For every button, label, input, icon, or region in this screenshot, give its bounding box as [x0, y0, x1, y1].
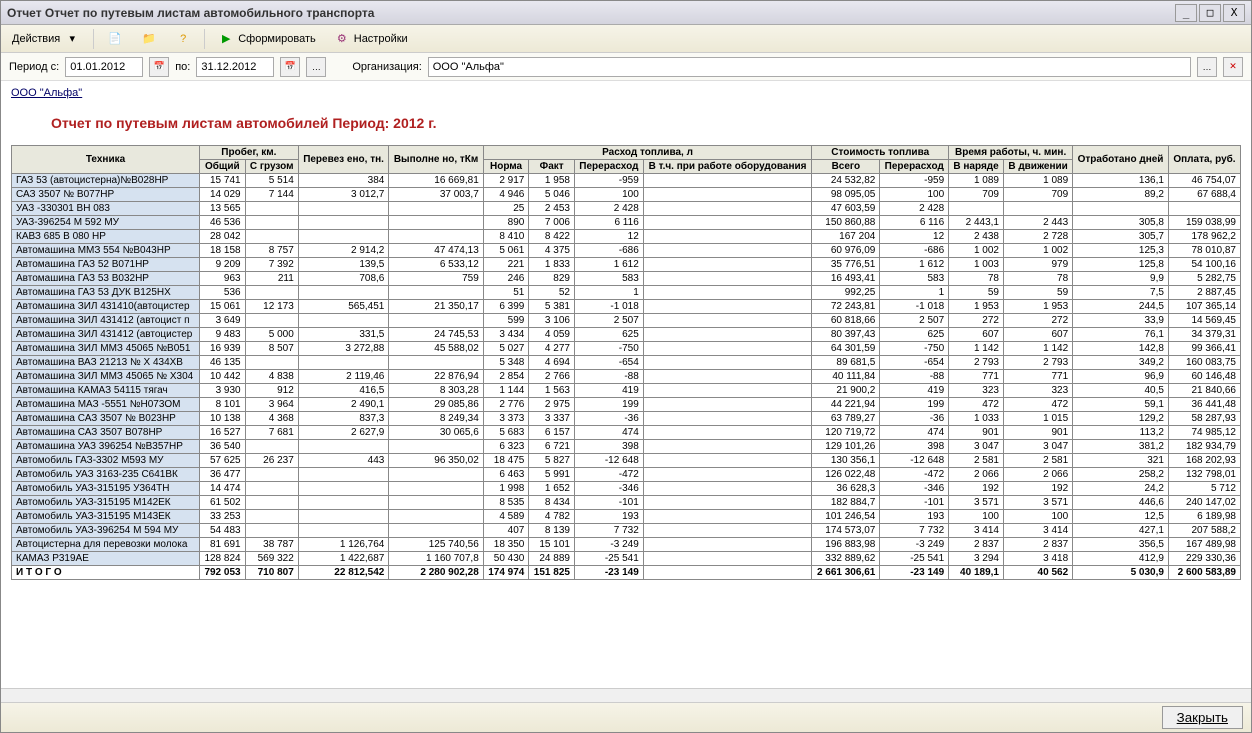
col-transported: Перевез ено, тн. — [298, 146, 389, 174]
table-row[interactable]: Автомашина УАЗ 396254 №В357НР36 5406 323… — [12, 440, 1241, 454]
org-select-button[interactable]: … — [1197, 57, 1217, 77]
titlebar: Отчет Отчет по путевым листам автомобиль… — [1, 1, 1251, 25]
table-row[interactable]: Автомобиль УАЗ-396254 М 594 МУ54 4834078… — [12, 524, 1241, 538]
org-input[interactable] — [428, 57, 1191, 77]
period-bar: Период с: 📅 по: 📅 … Организация: … ✕ — [1, 53, 1251, 81]
period-from-label: Период с: — [9, 61, 59, 73]
table-row[interactable]: Автомашина ЗИЛ 431412 (автоцистер9 4835 … — [12, 328, 1241, 342]
table-row[interactable]: Автомашина ГАЗ 53 ДУК В125НХ53651521992,… — [12, 286, 1241, 300]
col-tech: Техника — [12, 146, 200, 174]
window-title: Отчет Отчет по путевым листам автомобиль… — [7, 6, 1175, 20]
report-table: Техника Пробег, км. Перевез ено, тн. Вып… — [11, 145, 1241, 580]
help-icon: ? — [175, 31, 191, 47]
table-row[interactable]: САЗ 3507 № В077НР14 0297 1443 012,737 00… — [12, 188, 1241, 202]
date-to-input[interactable] — [196, 57, 274, 77]
form-button[interactable]: ▶Сформировать — [211, 28, 323, 50]
table-row[interactable]: Автомобиль УАЗ-315195 У364ТН14 4741 9981… — [12, 482, 1241, 496]
document-icon: 📄 — [107, 31, 123, 47]
col-worktime: Время работы, ч. мин. — [949, 146, 1073, 160]
calendar-icon: 📅 — [285, 61, 296, 72]
play-icon: ▶ — [218, 31, 234, 47]
table-row[interactable]: Автомашина МАЗ -5551 №Н073ОМ8 1013 9642 … — [12, 398, 1241, 412]
table-row[interactable]: Автомашина КАМАЗ 54115 тягач3 930912416,… — [12, 384, 1241, 398]
gear-icon: ⚙ — [334, 31, 350, 47]
table-row[interactable]: Автомашина ММЗ 554 №В043НР18 1588 7572 9… — [12, 244, 1241, 258]
date-from-input[interactable] — [65, 57, 143, 77]
total-row: И Т О Г О792 053710 80722 812,5422 280 9… — [12, 566, 1241, 580]
new-button[interactable]: 📄 — [100, 28, 130, 50]
settings-button[interactable]: ⚙Настройки — [327, 28, 415, 50]
open-button[interactable]: 📁 — [134, 28, 164, 50]
table-row[interactable]: Автомашина ЗИЛ ММЗ 45065 №В05116 9398 50… — [12, 342, 1241, 356]
table-row[interactable]: УАЗ-396254 М 592 МУ46 5368907 0066 11615… — [12, 216, 1241, 230]
chevron-down-icon: ▾ — [64, 31, 80, 47]
table-row[interactable]: Автомобиль УАЗ-315195 М143ЕК33 2534 5894… — [12, 510, 1241, 524]
horizontal-scrollbar[interactable] — [1, 688, 1251, 702]
col-mileage: Пробег, км. — [200, 146, 299, 160]
minimize-button[interactable]: _ — [1175, 4, 1197, 22]
table-row[interactable]: Автомашина ГАЗ 53 В032НР963211708,675924… — [12, 272, 1241, 286]
actions-dropdown[interactable]: Действия▾ — [5, 28, 87, 50]
table-row[interactable]: Автомашина ГАЗ 52 В071НР9 2097 392139,56… — [12, 258, 1241, 272]
table-row[interactable]: ГАЗ 53 (автоцистерна)№В028НР15 7415 5143… — [12, 174, 1241, 188]
col-fuel: Расход топлива, л — [483, 146, 812, 160]
org-clear-button[interactable]: ✕ — [1223, 57, 1243, 77]
table-row[interactable]: КАВЗ 685 В 080 НР28 0428 4108 42212167 2… — [12, 230, 1241, 244]
table-row[interactable]: Автомобиль УАЗ-315195 М142ЕК61 5028 5358… — [12, 496, 1241, 510]
table-row[interactable]: Автомашина САЗ 3507 № В023НР10 1384 3688… — [12, 412, 1241, 426]
table-row[interactable]: Автомобиль ГАЗ-3302 М593 МУ57 62526 2374… — [12, 454, 1241, 468]
period-to-label: по: — [175, 61, 190, 73]
maximize-button[interactable]: □ — [1199, 4, 1221, 22]
close-window-button[interactable]: X — [1223, 4, 1245, 22]
table-row[interactable]: Автомашина ВАЗ 21213 № Х 434ХВ46 1355 34… — [12, 356, 1241, 370]
table-row[interactable]: Автоцистерна для перевозки молока81 6913… — [12, 538, 1241, 552]
calendar-icon: 📅 — [154, 61, 165, 72]
table-row[interactable]: Автомашина САЗ 3507 В078НР16 5277 6812 6… — [12, 426, 1241, 440]
col-cost: Стоимость топлива — [812, 146, 949, 160]
table-row[interactable]: УАЗ -330301 ВН 08313 565252 4532 42847 6… — [12, 202, 1241, 216]
calendar-to-button[interactable]: 📅 — [280, 57, 300, 77]
help-button[interactable]: ? — [168, 28, 198, 50]
table-row[interactable]: Автомашина ЗИЛ 431412 (автоцист п3 64959… — [12, 314, 1241, 328]
toolbar: Действия▾ 📄 📁 ? ▶Сформировать ⚙Настройки — [1, 25, 1251, 53]
col-payment: Оплата, руб. — [1168, 146, 1240, 174]
table-row[interactable]: КАМАЗ Р319АЕ128 824569 3221 422,6871 160… — [12, 552, 1241, 566]
company-link[interactable]: ООО "Альфа" — [11, 87, 82, 99]
col-done: Выполне но, тКм — [389, 146, 483, 174]
folder-icon: 📁 — [141, 31, 157, 47]
table-row[interactable]: Автомобиль УАЗ 3163-235 С641ВК36 4776 46… — [12, 468, 1241, 482]
close-button[interactable]: Закрыть — [1162, 706, 1243, 729]
table-row[interactable]: Автомашина ЗИЛ ММЗ 45065 № Х30410 4424 8… — [12, 370, 1241, 384]
table-row[interactable]: Автомашина ЗИЛ 431410(автоцистер15 06112… — [12, 300, 1241, 314]
report-area: ООО "Альфа" Отчет по путевым листам авто… — [1, 81, 1251, 688]
calendar-from-button[interactable]: 📅 — [149, 57, 169, 77]
footer-bar: Закрыть — [1, 702, 1251, 732]
col-days: Отработано дней — [1073, 146, 1169, 174]
report-title: Отчет по путевым листам автомобилей Пери… — [51, 115, 1241, 131]
main-window: Отчет Отчет по путевым листам автомобиль… — [0, 0, 1252, 733]
range-button[interactable]: … — [306, 57, 326, 77]
org-label: Организация: — [352, 61, 421, 73]
